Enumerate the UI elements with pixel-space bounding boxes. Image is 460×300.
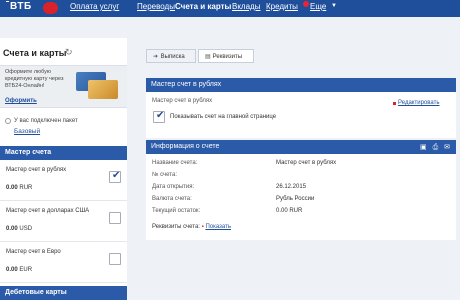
info-panel: Название счета: Мастер счет в рублях № с…	[146, 154, 456, 240]
top-nav: ВТБ Оплата услуг Переводы Счета и карты …	[0, 0, 460, 17]
package-link[interactable]: Базовый	[14, 128, 40, 135]
sidebar-title: Счета и карты	[3, 48, 67, 58]
logo-dash	[6, 1, 9, 2]
tab-details[interactable]: ▤ Реквизиты	[198, 49, 254, 63]
tab-label: Реквизиты	[212, 54, 243, 60]
account-item-usd[interactable]: Мастер счет в долларах США 0.00 USD	[0, 202, 127, 242]
info-panel-title: Информация о счете	[151, 143, 220, 150]
package-label: У вас подключен пакет	[14, 118, 78, 124]
row-label: № счета:	[152, 172, 177, 178]
tab-statement[interactable]: ➜ Выписка	[146, 49, 196, 63]
account-panel-header: Мастер счет в рублях	[146, 78, 456, 92]
nav-transfers[interactable]: Переводы	[137, 2, 175, 11]
nav-accounts-cards[interactable]: Счета и карты	[175, 2, 231, 11]
bullet-icon: ▪	[201, 224, 204, 230]
account-checkbox[interactable]	[109, 212, 121, 224]
account-balance: 0.00 RUR	[6, 185, 33, 191]
nav-credits[interactable]: Кредиты	[266, 2, 298, 11]
row-value: 0.00 RUR	[276, 208, 303, 214]
row-label: Текущий остаток:	[152, 208, 201, 214]
refresh-icon[interactable]: ↻	[65, 47, 73, 58]
account-panel: Мастер счет в рублях Редактировать ✔ Пок…	[146, 92, 456, 138]
section-debit-cards[interactable]: Дебетовые карты	[0, 286, 127, 300]
check-icon: ✔	[156, 110, 165, 121]
nav-payments[interactable]: Оплата услуг	[70, 2, 119, 11]
credit-card-image	[88, 80, 118, 99]
nav-deposits[interactable]: Вклады	[232, 2, 260, 11]
check-icon: ✔	[112, 170, 121, 181]
account-name: Мастер счет в рублях	[6, 167, 67, 173]
show-on-main-label: Показывать счет на главной странице	[170, 114, 277, 120]
promo-banner[interactable]: Оформите любую кредитную карту через ВТБ…	[0, 65, 127, 108]
account-checkbox[interactable]: ✔	[109, 170, 121, 183]
show-on-main-checkbox[interactable]: ✔	[153, 110, 165, 123]
edit-link[interactable]: Редактировать	[398, 100, 439, 106]
account-balance: 0.00 USD	[6, 226, 33, 232]
print-icon[interactable]: ⎙	[433, 144, 439, 151]
notification-badge	[303, 1, 309, 7]
account-item-eur[interactable]: Мастер счет в Евро 0.00 EUR	[0, 243, 127, 283]
account-item-rub[interactable]: Мастер счет в рублях 0.00 RUR ✔	[0, 161, 127, 201]
sidebar: Счета и карты ↻ Оформите любую кредитную…	[0, 38, 127, 300]
account-balance: 0.00 EUR	[6, 267, 33, 273]
promo-link[interactable]: Оформить	[5, 98, 37, 104]
save-icon[interactable]: ▣	[420, 144, 427, 151]
account-name: Мастер счет в долларах США	[6, 208, 90, 214]
account-checkbox[interactable]	[109, 253, 121, 265]
info-panel-header: Информация о счете ▣ ⎙ ✉	[146, 140, 456, 154]
account-label: Мастер счет в рублях	[152, 98, 213, 104]
row-label: Дата открытия:	[152, 184, 195, 190]
email-icon[interactable]: ✉	[444, 144, 450, 151]
row-value: Мастер счет в рублях	[276, 160, 337, 166]
logo-mark-icon	[43, 2, 58, 14]
account-name: Мастер счет в Евро	[6, 249, 61, 255]
row-value: Рубль России	[276, 196, 315, 202]
logo[interactable]: ВТБ	[10, 1, 32, 12]
section-master-accounts: Мастер счета	[0, 146, 127, 160]
requisites-label: Реквизиты счета:	[152, 224, 200, 230]
show-requisites-link[interactable]: Показать	[205, 224, 231, 230]
tab-label: Выписка	[160, 54, 185, 60]
row-label: Название счета:	[152, 160, 198, 166]
arrow-icon: ➜	[153, 54, 159, 60]
row-label: Валюта счета:	[152, 196, 192, 202]
row-value: 26.12.2015	[276, 184, 307, 190]
nav-more[interactable]: Еще	[310, 2, 326, 11]
document-icon: ▤	[205, 54, 211, 60]
edit-icon	[393, 102, 396, 105]
promo-text: Оформите любую кредитную карту через ВТБ…	[5, 69, 64, 89]
requisites-row: Реквизиты счета: ▪ Показать	[152, 224, 231, 230]
chevron-down-icon[interactable]: ▼	[331, 3, 337, 9]
info-icon	[5, 118, 11, 124]
